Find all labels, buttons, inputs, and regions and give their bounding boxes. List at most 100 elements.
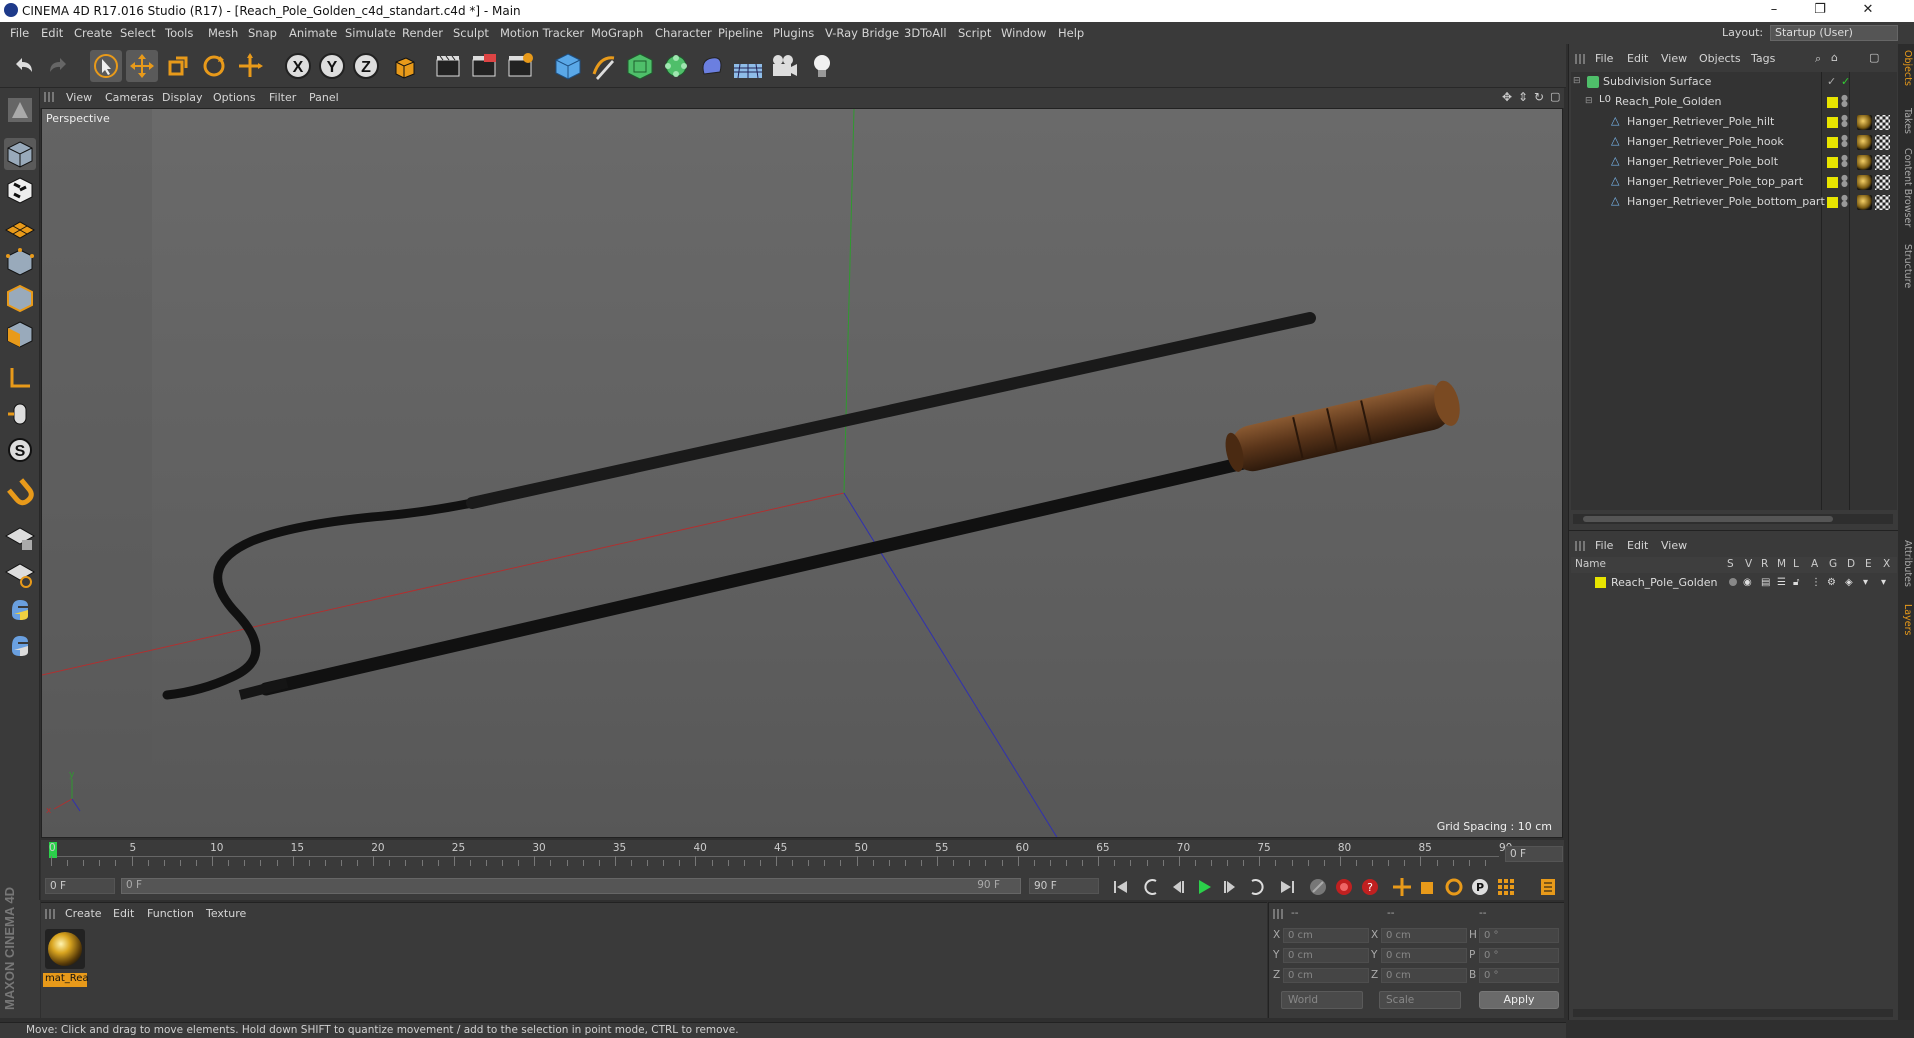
undo-icon[interactable] (8, 50, 40, 82)
key-rotation-icon[interactable] (1443, 876, 1465, 898)
pos-x-field[interactable]: 0 cm (1283, 928, 1369, 943)
object-row[interactable]: △ Hanger_Retriever_Pole_hilt ● ● (1571, 112, 1897, 132)
layer-menu-view[interactable]: View (1661, 539, 1687, 552)
polygon-mode-icon[interactable] (4, 318, 36, 350)
workplane-rotate-icon[interactable] (4, 558, 36, 590)
scale-icon[interactable] (162, 50, 194, 82)
camera-label[interactable]: Perspective (46, 112, 110, 125)
magnet-icon[interactable] (4, 478, 36, 510)
python-script-icon[interactable] (4, 630, 36, 662)
layer-color-swatch[interactable] (1827, 197, 1838, 208)
layer-color-swatch[interactable] (1827, 117, 1838, 128)
enabled-check-icon[interactable]: ✓ (1827, 75, 1836, 88)
subdivision-icon[interactable] (624, 50, 656, 82)
close-button[interactable]: ✕ (1848, 2, 1888, 20)
object-menu-view[interactable]: View (1661, 52, 1687, 65)
visibility-dots[interactable]: ● ● (1841, 134, 1848, 149)
python-icon[interactable] (4, 594, 36, 626)
solo-toggle-icon[interactable] (1729, 578, 1737, 586)
tab-layers[interactable]: Layers (1899, 604, 1913, 635)
animation-toggle-icon[interactable]: ⋮ (1811, 577, 1821, 588)
viewport-menu-options[interactable]: Options (213, 91, 255, 104)
search-icon[interactable]: ⌕ (1815, 52, 1821, 66)
expression-toggle-icon[interactable]: ▾ (1863, 577, 1868, 588)
size-y-field[interactable]: 0 cm (1381, 948, 1467, 963)
layer-row[interactable]: Reach_Pole_Golden ◉ ▤ ☰ 🔓︎ ⋮ ⚙︎ ◈ ▾ ▾ (1571, 575, 1897, 591)
menu-snap[interactable]: Snap (248, 26, 277, 40)
generator-toggle-icon[interactable]: ⚙︎ (1827, 577, 1836, 588)
check-icon[interactable]: ✓ (1841, 75, 1850, 88)
current-frame-field[interactable]: 0 F (1505, 846, 1563, 862)
next-key-icon[interactable] (1245, 876, 1267, 898)
move-icon[interactable] (126, 50, 158, 82)
menu-file[interactable]: File (10, 26, 29, 40)
material-tag-icon[interactable] (1857, 135, 1872, 150)
workplane-icon[interactable] (4, 210, 36, 242)
visibility-dots[interactable]: ● ● (1841, 94, 1848, 109)
object-name[interactable]: Hanger_Retriever_Pole_top_part (1627, 175, 1803, 188)
3d-viewport[interactable]: y x Perspective Grid Spacing : 10 cm (41, 108, 1563, 838)
menu-simulate[interactable]: Simulate (345, 26, 396, 40)
lock-toggle-icon[interactable]: 🔓︎ (1793, 577, 1799, 588)
menu-create[interactable]: Create (74, 26, 112, 40)
coordinate-system-icon[interactable] (388, 50, 420, 82)
object-name[interactable]: Reach_Pole_Golden (1615, 95, 1722, 108)
frame-range-slider[interactable]: 0 F 90 F (121, 878, 1021, 894)
apply-button[interactable]: Apply (1479, 991, 1559, 1009)
z-axis-icon[interactable]: Z (350, 50, 382, 82)
column-l[interactable]: L (1793, 558, 1799, 570)
render-toggle-icon[interactable]: ▤ (1761, 577, 1770, 588)
redo-icon[interactable] (42, 50, 74, 82)
viewport-menu-panel[interactable]: Panel (309, 91, 339, 104)
object-menu-tags[interactable]: Tags (1751, 52, 1775, 65)
object-name[interactable]: Hanger_Retriever_Pole_hook (1627, 135, 1784, 148)
material-tag-icon[interactable] (1857, 195, 1872, 210)
menu-motion-tracker[interactable]: Motion Tracker (500, 26, 584, 40)
menu-mograph[interactable]: MoGraph (591, 26, 643, 40)
timeline-window-icon[interactable] (1537, 876, 1559, 898)
menu-pipeline[interactable]: Pipeline (718, 26, 763, 40)
coordinate-mode-select[interactable]: Scale (1379, 991, 1461, 1009)
record-keys-icon[interactable] (1307, 876, 1329, 898)
viewport-maximize-icon[interactable]: ▢ (1550, 90, 1560, 103)
material-menu-create[interactable]: Create (65, 907, 102, 920)
play-icon[interactable] (1193, 876, 1215, 898)
y-axis-icon[interactable]: Y (316, 50, 348, 82)
pos-z-field[interactable]: 0 cm (1283, 968, 1369, 983)
visibility-dots[interactable]: ● ● (1841, 174, 1848, 189)
menu-vray-bridge[interactable]: V-Ray Bridge (825, 26, 899, 40)
make-editable-icon[interactable] (4, 94, 36, 126)
material-tag-icon[interactable] (1857, 155, 1872, 170)
next-frame-icon[interactable] (1219, 876, 1241, 898)
new-window-icon[interactable]: ▢ (1869, 51, 1879, 64)
layer-name[interactable]: Reach_Pole_Golden (1611, 576, 1718, 589)
render-region-icon[interactable] (468, 50, 500, 82)
texture-mode-icon[interactable] (4, 174, 36, 206)
visibility-dots[interactable]: ● ● (1841, 114, 1848, 129)
minimize-button[interactable]: – (1754, 2, 1794, 20)
key-scale-icon[interactable] (1417, 876, 1439, 898)
key-parameter-icon[interactable]: P (1469, 876, 1491, 898)
layer-color-swatch[interactable] (1827, 137, 1838, 148)
menu-plugins[interactable]: Plugins (773, 26, 814, 40)
menu-3dtoall[interactable]: 3DToAll (904, 26, 947, 40)
transform-icon[interactable] (234, 50, 266, 82)
key-pla-icon[interactable] (1495, 876, 1517, 898)
menu-select[interactable]: Select (120, 26, 155, 40)
object-menu-edit[interactable]: Edit (1627, 52, 1648, 65)
viewport-menu-view[interactable]: View (66, 91, 92, 104)
material-tag-icon[interactable] (1857, 115, 1872, 130)
pos-y-field[interactable]: 0 cm (1283, 948, 1369, 963)
tab-attributes[interactable]: Attributes (1899, 540, 1913, 587)
menu-window[interactable]: Window (1001, 26, 1046, 40)
texture-tag-icon[interactable] (1875, 195, 1890, 210)
texture-tag-icon[interactable] (1875, 155, 1890, 170)
object-menu-file[interactable]: File (1595, 52, 1613, 65)
object-row[interactable]: △ Hanger_Retriever_Pole_hook ● ● (1571, 132, 1897, 152)
column-m[interactable]: M (1777, 558, 1786, 570)
material-menu-edit[interactable]: Edit (113, 907, 134, 920)
menu-render[interactable]: Render (402, 26, 443, 40)
coordinate-space-select[interactable]: World (1281, 991, 1363, 1009)
material-menu-texture[interactable]: Texture (206, 907, 246, 920)
restore-button[interactable]: ❐ (1800, 2, 1840, 20)
